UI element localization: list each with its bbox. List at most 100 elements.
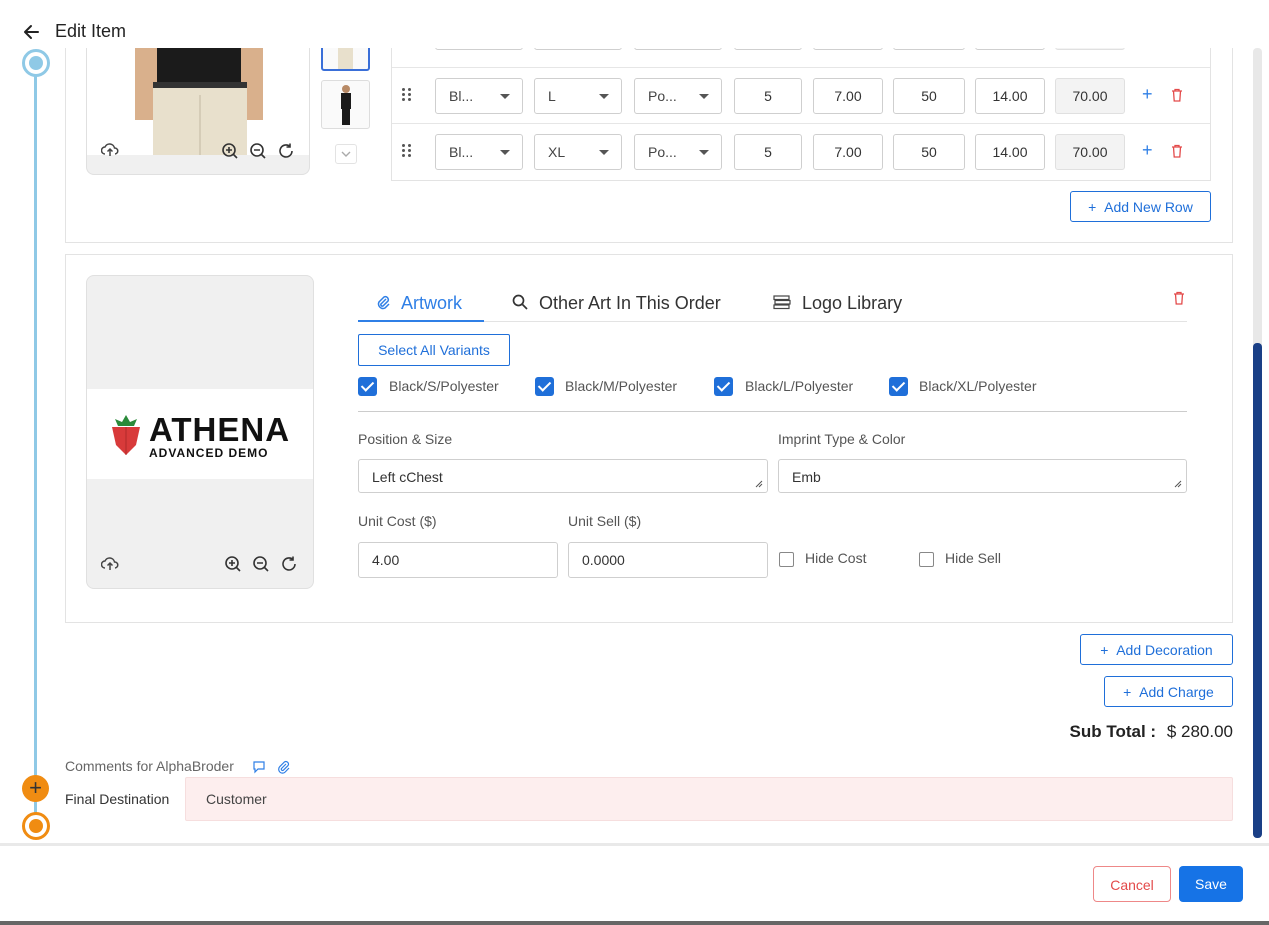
thumbnails-scroll-down[interactable]: [335, 144, 357, 164]
hide-cost-label: Hide Cost: [805, 550, 867, 566]
tab-logo-library[interactable]: Logo Library: [773, 293, 902, 314]
books-icon: [773, 295, 791, 310]
subtotal-value: $ 280.00: [1166, 722, 1233, 741]
final-destination-value: Customer: [206, 791, 267, 807]
zoom-out-icon[interactable]: [252, 555, 270, 573]
caret-down-icon: [500, 94, 510, 99]
scrollbar-thumb[interactable]: [1253, 343, 1262, 838]
subtotal-label: Sub Total :: [1069, 722, 1157, 741]
material-select[interactable]: Po...: [634, 78, 722, 114]
color-select[interactable]: Bl...: [435, 78, 523, 114]
zoom-in-icon[interactable]: [221, 142, 239, 160]
caret-down-icon: [699, 94, 709, 99]
variant-checkbox[interactable]: [714, 377, 733, 396]
resize-handle-icon[interactable]: [755, 480, 763, 488]
hide-cost-checkbox[interactable]: [779, 552, 794, 567]
variant-checkbox[interactable]: [889, 377, 908, 396]
tab-logo-library-label: Logo Library: [802, 293, 903, 313]
hide-sell-label: Hide Sell: [945, 550, 1002, 566]
delete-row-icon[interactable]: [1171, 88, 1183, 102]
reset-rotate-icon[interactable]: [280, 555, 298, 573]
imprint-type-field[interactable]: Emb: [778, 459, 1187, 493]
resize-handle-icon[interactable]: [1174, 480, 1182, 488]
timeline-step-dot: [22, 49, 50, 77]
save-button[interactable]: Save: [1179, 866, 1243, 902]
size-select[interactable]: XL: [534, 134, 622, 170]
variant-checkbox[interactable]: [358, 377, 377, 396]
position-size-value: Left cChest: [372, 469, 443, 485]
add-new-row-label: Add New Row: [1104, 199, 1193, 215]
caret-down-icon: [599, 150, 609, 155]
color-value: Bl...: [449, 88, 474, 104]
cost-input[interactable]: 7.00: [813, 78, 883, 114]
color-select[interactable]: Bl...: [435, 134, 523, 170]
attachment-icon[interactable]: [277, 760, 291, 774]
quantity-input[interactable]: 5: [734, 78, 802, 114]
section-divider: [358, 411, 1187, 412]
comments-label: Comments for AlphaBroder: [65, 758, 234, 774]
margin-input[interactable]: 50: [893, 78, 965, 114]
variants-table: Bl... L Po... 5 7.00 50 14.00 70.00 + Bl…: [391, 14, 1211, 181]
drag-handle-icon[interactable]: [402, 88, 412, 102]
drag-handle-icon[interactable]: [402, 144, 412, 158]
position-size-label: Position & Size: [358, 431, 453, 447]
back-arrow-icon[interactable]: [22, 22, 42, 42]
add-new-row-button[interactable]: + Add New Row: [1070, 191, 1211, 222]
variant-row: Bl... L Po... 5 7.00 50 14.00 70.00 +: [392, 67, 1210, 123]
add-row-icon[interactable]: +: [1142, 140, 1153, 161]
unit-sell-input[interactable]: 0.0000: [568, 542, 768, 578]
price-input[interactable]: 14.00: [975, 78, 1045, 114]
margin-input[interactable]: 50: [893, 134, 965, 170]
variant-checkbox-label: Black/M/Polyester: [565, 378, 678, 394]
material-value: Po...: [648, 88, 677, 104]
plus-icon: +: [1088, 199, 1105, 215]
upload-icon[interactable]: [101, 555, 119, 573]
imprint-type-value: Emb: [792, 469, 821, 485]
timeline-end-dot: [22, 812, 50, 840]
delete-decoration-icon[interactable]: [1173, 291, 1185, 305]
artwork-preview: ATHENA ADVANCED DEMO: [86, 275, 314, 589]
logo-title: ATHENA: [149, 411, 291, 448]
unit-cost-label: Unit Cost ($): [358, 513, 437, 529]
caret-down-icon: [500, 150, 510, 155]
unit-cost-input[interactable]: 4.00: [358, 542, 558, 578]
comment-icon[interactable]: [252, 760, 266, 774]
search-icon: [512, 294, 528, 310]
chevron-down-icon: [341, 151, 351, 157]
strawberry-logo-icon: [112, 415, 140, 455]
select-all-variants-button[interactable]: Select All Variants: [358, 334, 510, 366]
size-select[interactable]: L: [534, 78, 622, 114]
zoom-in-icon[interactable]: [224, 555, 242, 573]
size-value: L: [548, 88, 556, 104]
material-select[interactable]: Po...: [634, 134, 722, 170]
position-size-field[interactable]: Left cChest: [358, 459, 768, 493]
final-destination-label: Final Destination: [65, 791, 170, 807]
reset-rotate-icon[interactable]: [277, 142, 295, 160]
add-decoration-button[interactable]: + Add Decoration: [1080, 634, 1233, 665]
upload-icon[interactable]: [101, 141, 119, 159]
delete-row-icon[interactable]: [1171, 144, 1183, 158]
timeline-add-icon[interactable]: +: [22, 775, 49, 802]
add-charge-label: Add Charge: [1139, 684, 1214, 700]
add-charge-button[interactable]: + Add Charge: [1104, 676, 1233, 707]
variant-checkbox-label: Black/XL/Polyester: [919, 378, 1037, 394]
zoom-out-icon[interactable]: [249, 142, 267, 160]
tab-artwork[interactable]: Artwork: [376, 293, 462, 314]
caret-down-icon: [599, 94, 609, 99]
quantity-input[interactable]: 5: [734, 134, 802, 170]
variant-checkbox-label: Black/S/Polyester: [389, 378, 499, 394]
tab-other-art-label: Other Art In This Order: [539, 293, 721, 313]
variant-checkbox[interactable]: [535, 377, 554, 396]
cancel-button[interactable]: Cancel: [1093, 866, 1171, 902]
tab-other-art[interactable]: Other Art In This Order: [512, 293, 721, 314]
active-tab-indicator: [358, 320, 484, 322]
size-value: XL: [548, 144, 566, 160]
product-thumbnail-side[interactable]: [321, 80, 370, 129]
header: Edit Item: [0, 0, 1269, 48]
add-row-icon[interactable]: +: [1142, 84, 1153, 105]
hide-sell-checkbox[interactable]: [919, 552, 934, 567]
cost-input[interactable]: 7.00: [813, 134, 883, 170]
final-destination-field[interactable]: Customer: [185, 777, 1233, 821]
price-input[interactable]: 14.00: [975, 134, 1045, 170]
logo-subtitle: ADVANCED DEMO: [149, 446, 269, 460]
